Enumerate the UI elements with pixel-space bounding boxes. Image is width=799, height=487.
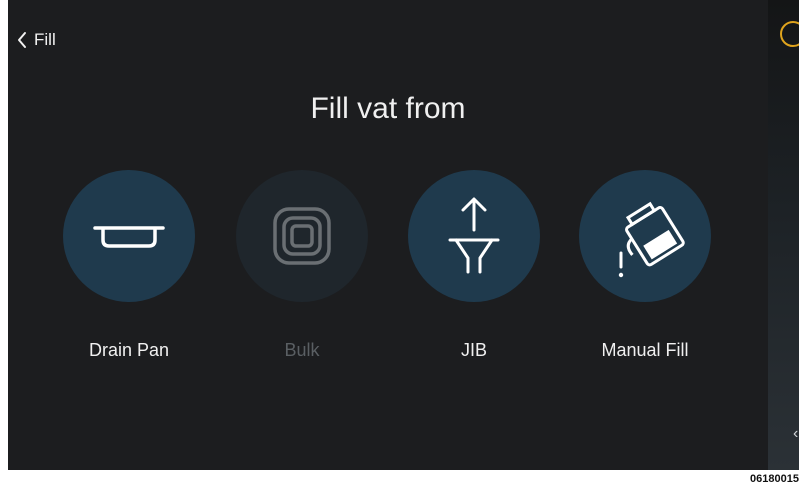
bulk-icon (273, 207, 331, 265)
option-bulk: Bulk (227, 170, 377, 361)
option-bulk-label: Bulk (284, 340, 320, 360)
adjacent-screen-edge: ‹ (768, 0, 799, 470)
option-drain-pan[interactable]: Drain Pan (54, 170, 204, 361)
chevron-left-icon (18, 32, 26, 48)
back-label: Fill (34, 30, 56, 49)
status-indicator-icon (780, 21, 799, 47)
back-button[interactable]: Fill (16, 27, 56, 53)
option-jib-label: JIB (460, 340, 487, 360)
option-manual-fill-label: Manual Fill (601, 340, 689, 360)
figure-code: 06180015 (750, 473, 799, 485)
pour-jug-icon (618, 201, 685, 278)
option-jib[interactable]: JIB (399, 170, 549, 361)
option-drain-pan-circle[interactable] (63, 170, 195, 302)
funnel-up-arrow-icon (448, 197, 500, 274)
option-jib-circle[interactable] (408, 170, 540, 302)
option-manual-fill-circle[interactable] (579, 170, 711, 302)
option-bulk-circle (236, 170, 368, 302)
option-manual-fill[interactable]: Manual Fill (570, 170, 720, 361)
drain-pan-icon (93, 226, 165, 248)
option-drain-pan-label: Drain Pan (88, 340, 170, 360)
page-title: Fill vat from (310, 92, 466, 125)
chevron-left-icon: ‹ (793, 425, 799, 442)
fill-screen: Fill Fill vat from Drain Pan Bulk JIB Ma… (8, 0, 768, 470)
